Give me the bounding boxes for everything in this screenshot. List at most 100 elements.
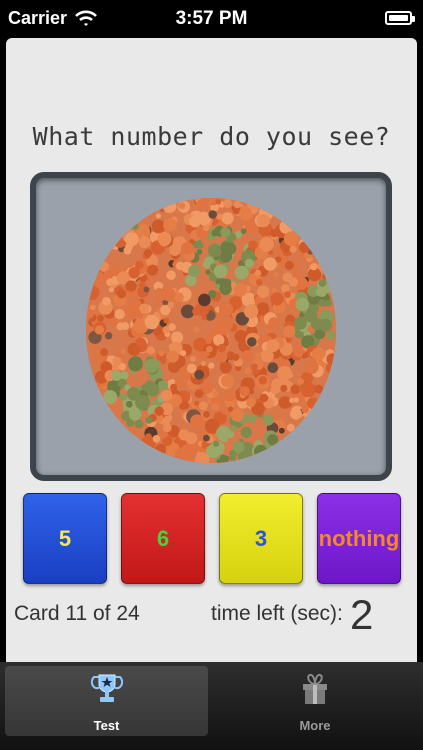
plate-dot	[306, 397, 319, 409]
plate-dot	[270, 292, 284, 306]
plate-dot	[143, 248, 153, 257]
plate-dot	[246, 398, 256, 408]
plate-dot	[169, 244, 181, 256]
plate-dot	[163, 317, 170, 324]
plate-dot	[124, 232, 139, 247]
answer-button-6[interactable]: 6	[121, 493, 205, 584]
plate-dot	[180, 444, 193, 456]
plate-dot	[247, 337, 257, 347]
plate-dot	[162, 287, 176, 302]
plate-dot	[190, 414, 204, 429]
plate-dot	[325, 363, 336, 374]
plate-dot	[295, 297, 310, 312]
plate-dot	[267, 362, 279, 373]
plate-dot	[284, 291, 291, 298]
plate-dot	[271, 287, 277, 293]
card-counter: Card 11 of 24	[14, 602, 140, 625]
plate-dot	[128, 408, 142, 421]
plate-dot	[298, 241, 310, 253]
answer-button-nothing[interactable]: nothing	[317, 493, 401, 584]
plate-dot	[244, 258, 254, 268]
tab-more-label: More	[299, 718, 331, 733]
plate-dot	[223, 389, 236, 402]
plate-dot	[157, 380, 169, 391]
plate-dot	[146, 383, 160, 397]
plate-dot	[145, 433, 152, 440]
plate-dot	[278, 427, 285, 434]
plate-dot	[213, 440, 220, 447]
plate-dot	[158, 235, 170, 247]
tab-test-label: Test	[93, 718, 120, 733]
plate-dot	[273, 271, 279, 278]
plate-dot	[90, 271, 105, 287]
plate-dot	[138, 236, 151, 249]
plate-dot	[217, 343, 226, 353]
plate-dot	[304, 360, 319, 375]
plate-dot	[106, 278, 114, 287]
plate-dot	[293, 397, 299, 403]
plate-dot	[97, 314, 104, 322]
gift-icon	[303, 673, 327, 704]
plate-dot	[212, 390, 219, 397]
plate-dot	[145, 416, 153, 424]
plate-dot	[256, 214, 271, 228]
plate-dot	[284, 260, 294, 270]
plate-dot	[152, 241, 160, 249]
plate-dot	[134, 419, 144, 429]
plate-dot	[312, 347, 326, 361]
plate-dot	[220, 227, 231, 238]
plate-dot	[263, 257, 277, 271]
test-screen: What number do you see? 5 6 3 nothing Ca…	[6, 38, 417, 662]
plate-dot	[178, 202, 186, 210]
plate-dot	[216, 213, 223, 220]
plate-dot	[194, 369, 204, 380]
plate-dot	[294, 316, 307, 330]
status-bar: Carrier 3:57 PM	[0, 0, 423, 38]
plate-dot	[154, 297, 162, 305]
plate-dot	[193, 326, 200, 333]
plate-dot	[222, 278, 232, 288]
plate-dot	[262, 414, 274, 426]
plate-dot	[168, 344, 174, 349]
plate-dot	[135, 394, 151, 410]
plate-dot	[241, 350, 253, 361]
plate-dot	[152, 435, 161, 443]
plate-dot	[318, 279, 327, 287]
plate-dot	[125, 400, 133, 408]
plate-dot	[248, 414, 257, 423]
tab-bar: Test More	[0, 662, 423, 750]
tab-test[interactable]: Test	[5, 666, 208, 736]
plate-dot	[314, 384, 324, 394]
plate-dot	[222, 455, 230, 463]
plate-dot	[120, 348, 126, 355]
plate-dot	[166, 270, 176, 280]
plate-dot	[289, 397, 295, 403]
plate-dot	[108, 286, 115, 293]
plate-dot	[95, 325, 104, 335]
plate-dot	[158, 350, 165, 357]
plate-dot	[286, 423, 295, 432]
plate-dot	[206, 345, 213, 353]
plate-dot	[103, 390, 118, 404]
plate-dot	[324, 284, 333, 293]
plate-dot	[114, 309, 125, 320]
plate-dot	[155, 213, 162, 219]
answer-button-5[interactable]: 5	[23, 493, 107, 584]
answer-button-3[interactable]: 3	[219, 493, 303, 584]
plate-dot	[162, 326, 170, 334]
plate-dot	[260, 349, 274, 363]
plate-dot	[144, 314, 159, 330]
plate-dot	[197, 242, 204, 249]
plate-dot	[188, 264, 201, 277]
plate-dot	[124, 304, 139, 319]
plate-dot	[258, 376, 268, 385]
plate-dot	[180, 242, 194, 255]
plate-dot	[198, 401, 208, 411]
plate-dot	[200, 360, 207, 367]
plate-dot	[280, 384, 288, 392]
plate-dot	[315, 288, 325, 297]
plate-dot	[135, 337, 146, 348]
tab-more[interactable]: More	[212, 666, 418, 736]
plate-dot	[216, 425, 231, 441]
plate-dot	[100, 348, 108, 356]
